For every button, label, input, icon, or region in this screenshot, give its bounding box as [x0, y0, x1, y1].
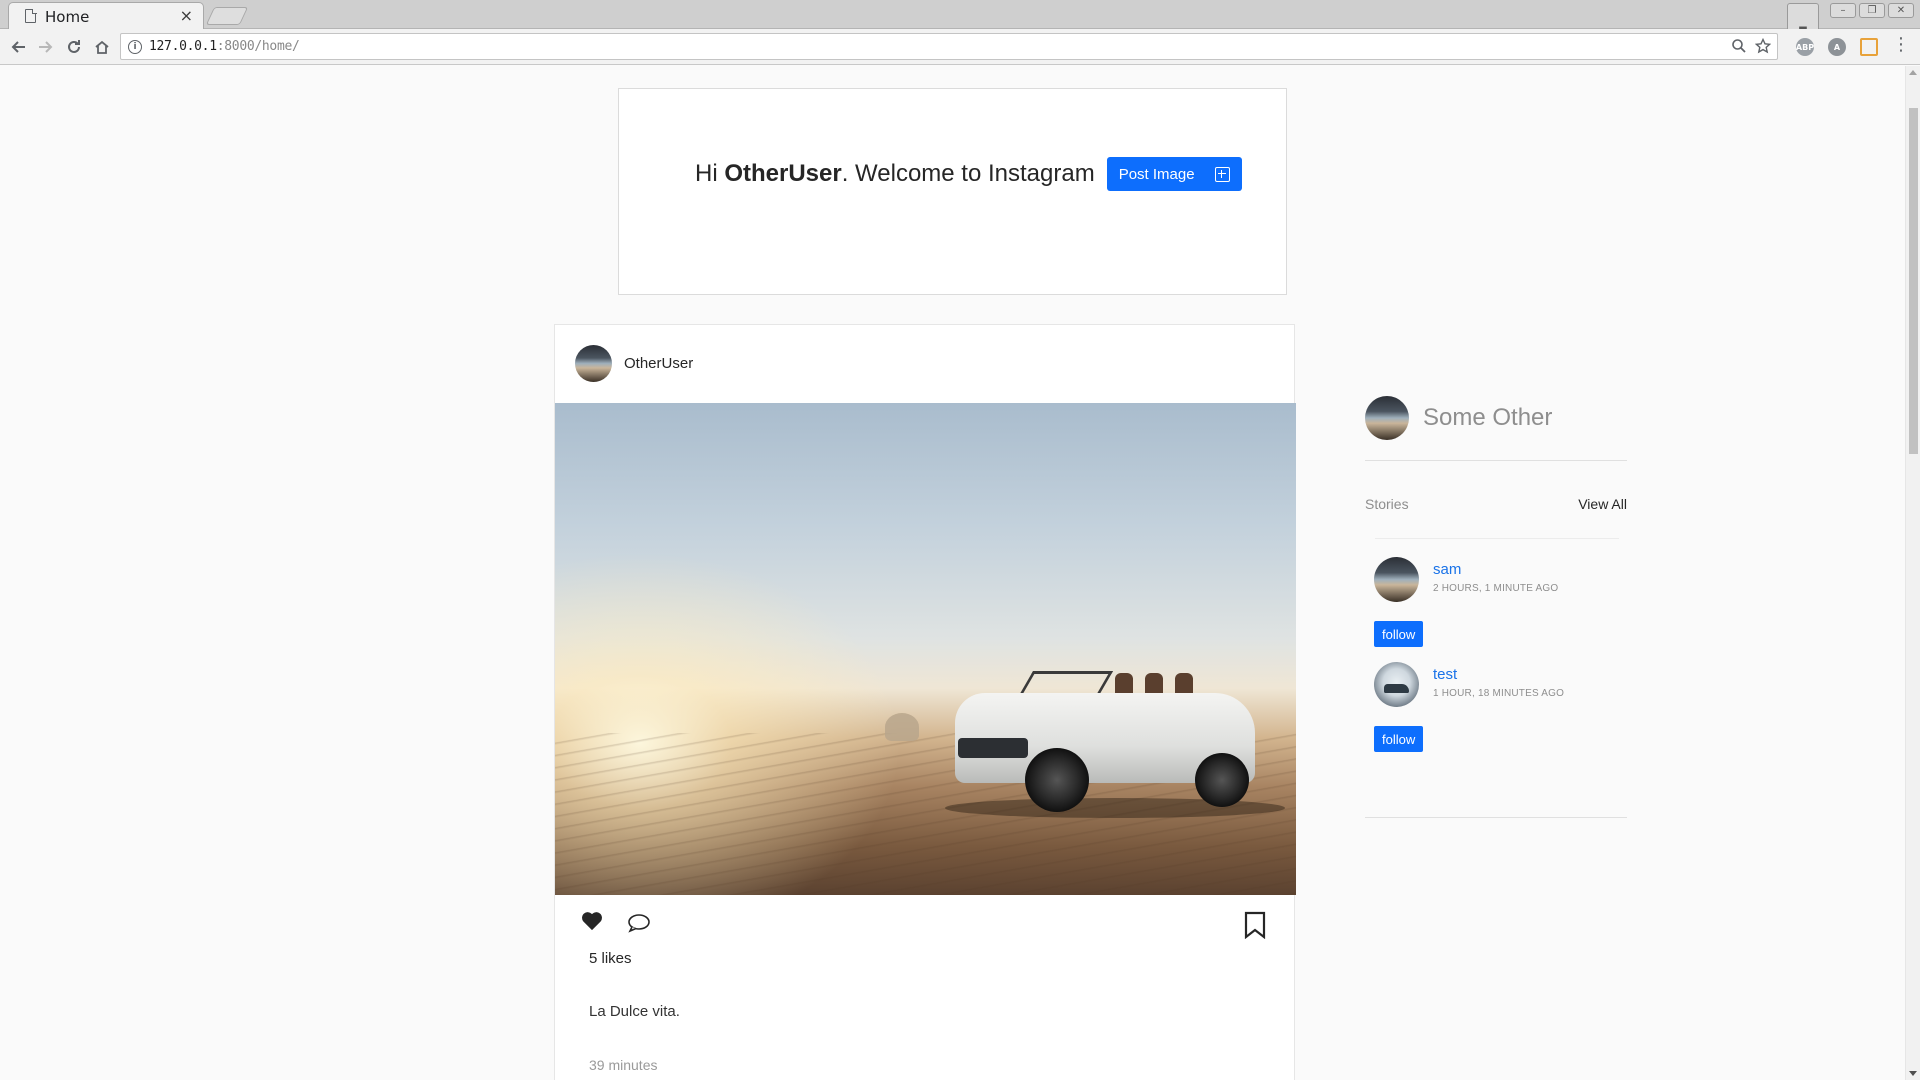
page-icon — [25, 8, 37, 23]
post-username[interactable]: OtherUser — [624, 355, 693, 372]
follow-button[interactable]: follow — [1374, 621, 1424, 647]
story-time: 2 hours, 1 minute ago — [1433, 583, 1559, 594]
close-window-icon[interactable]: ✕ — [1888, 3, 1914, 18]
minimize-icon[interactable]: – — [1830, 3, 1856, 18]
likes-count: 5 likes — [589, 950, 632, 967]
new-tab-button[interactable] — [205, 7, 249, 25]
menu-dots-icon[interactable]: ⋮ — [1892, 34, 1910, 55]
browser-tab-home[interactable]: Home × — [8, 2, 204, 30]
vertical-scrollbar[interactable] — [1905, 66, 1920, 1080]
post-card: OtherUser 5 likes La Dulce vita. 39 minu… — [554, 324, 1296, 1080]
view-all-link[interactable]: View All — [1578, 496, 1627, 512]
comment-icon[interactable] — [627, 913, 650, 933]
reload-icon[interactable] — [62, 35, 86, 59]
browser-toolbar: i 127.0.0.1:8000/home/ ABP A ⋮ — [0, 29, 1920, 65]
home-icon[interactable] — [90, 35, 114, 59]
avatar[interactable] — [1374, 662, 1419, 707]
beach-umbrella — [885, 713, 919, 741]
back-arrow-icon[interactable] — [6, 35, 30, 59]
post-image[interactable] — [555, 403, 1296, 895]
profile-name[interactable]: Some Other — [1423, 404, 1552, 432]
story-time: 1 hour, 18 minutes ago — [1433, 688, 1565, 699]
follow-button[interactable]: follow — [1374, 726, 1424, 752]
color-extension-icon[interactable] — [1860, 38, 1878, 56]
page-content: Hi OtherUser. Welcome to Instagram Post … — [0, 66, 1905, 1080]
avatar[interactable] — [1374, 557, 1419, 602]
browser-tab-bar: Home × ▬ – ❐ ✕ — [0, 0, 1920, 53]
info-icon[interactable]: i — [128, 40, 142, 54]
post-actions — [555, 905, 1296, 945]
url-path: :8000/home/ — [216, 39, 300, 54]
heart-icon[interactable] — [581, 911, 602, 931]
story-username[interactable]: sam — [1433, 561, 1461, 578]
post-caption: La Dulce vita. — [589, 1003, 680, 1020]
divider — [1365, 817, 1627, 818]
story-item: test 1 hour, 18 minutes ago follow — [1374, 662, 1627, 767]
welcome-message: Hi OtherUser. Welcome to Instagram — [695, 160, 1095, 188]
welcome-card: Hi OtherUser. Welcome to Instagram Post … — [618, 88, 1287, 295]
url-text: 127.0.0.1:8000/home/ — [149, 39, 300, 54]
post-image-label: Post Image — [1118, 165, 1195, 183]
star-icon[interactable] — [1754, 37, 1772, 59]
welcome-text: . Welcome to Instagram — [841, 160, 1095, 187]
scroll-down-icon[interactable] — [1909, 1071, 1917, 1076]
scrollbar-thumb[interactable] — [1909, 108, 1918, 454]
url-host: 127.0.0.1 — [149, 39, 217, 54]
story-username[interactable]: test — [1433, 666, 1457, 683]
divider — [1365, 460, 1627, 461]
divider — [1375, 538, 1619, 539]
avatar[interactable] — [1365, 396, 1409, 440]
greeting-text: Hi — [695, 160, 718, 187]
post-time: 39 minutes — [589, 1057, 658, 1073]
avatar[interactable] — [575, 345, 612, 382]
stories-label: Stories — [1365, 496, 1409, 512]
car-wheel — [1025, 748, 1089, 812]
bookmark-icon[interactable] — [1244, 911, 1266, 940]
sidebar: Some Other Stories View All sam 2 hours,… — [1365, 393, 1627, 818]
post-image-button[interactable]: Post Image — [1106, 157, 1242, 191]
car-grille — [958, 738, 1028, 758]
tab-close-icon[interactable]: × — [180, 6, 193, 25]
post-header: OtherUser — [575, 345, 693, 382]
forward-arrow-icon[interactable] — [34, 35, 58, 59]
address-bar[interactable]: i 127.0.0.1:8000/home/ — [120, 33, 1778, 60]
welcome-username: OtherUser — [724, 160, 842, 187]
welcome-row: Hi OtherUser. Welcome to Instagram Post … — [695, 157, 1242, 191]
plus-square-icon — [1214, 166, 1230, 182]
account-extension-icon[interactable]: A — [1828, 38, 1846, 56]
scroll-up-icon[interactable] — [1909, 70, 1917, 75]
tab-title: Home — [45, 8, 90, 26]
adblock-extension-icon[interactable]: ABP — [1796, 38, 1814, 56]
stories-header: Stories View All — [1365, 496, 1627, 512]
sidebar-profile: Some Other — [1365, 393, 1627, 443]
magnifier-icon[interactable] — [1731, 37, 1747, 59]
restore-icon[interactable]: ❐ — [1859, 3, 1885, 18]
story-item: sam 2 hours, 1 minute ago follow — [1374, 557, 1627, 662]
car-wheel — [1195, 753, 1249, 807]
